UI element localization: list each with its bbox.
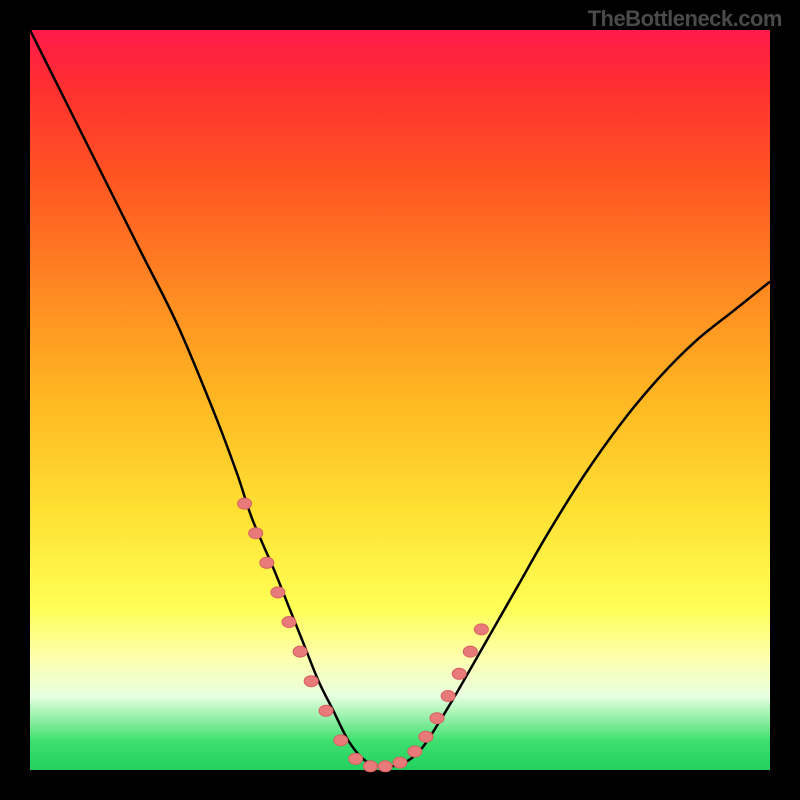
marker-point: [463, 646, 477, 657]
marker-point: [282, 617, 296, 628]
marker-point: [334, 735, 348, 746]
marker-point: [419, 731, 433, 742]
marker-point: [474, 624, 488, 635]
marker-point: [271, 587, 285, 598]
highlight-markers: [238, 498, 489, 772]
chart-frame: TheBottleneck.com: [0, 0, 800, 800]
marker-point: [238, 498, 252, 509]
marker-point: [304, 676, 318, 687]
chart-svg: [30, 30, 770, 770]
marker-point: [260, 557, 274, 568]
plot-area: [30, 30, 770, 770]
watermark-text: TheBottleneck.com: [588, 6, 782, 32]
marker-point: [249, 528, 263, 539]
marker-point: [293, 646, 307, 657]
marker-point: [319, 705, 333, 716]
bottleneck-curve: [30, 30, 770, 767]
marker-point: [393, 757, 407, 768]
marker-point: [378, 761, 392, 772]
marker-point: [408, 746, 422, 757]
marker-point: [363, 761, 377, 772]
marker-point: [349, 753, 363, 764]
marker-point: [452, 668, 466, 679]
marker-point: [430, 713, 444, 724]
marker-point: [441, 691, 455, 702]
